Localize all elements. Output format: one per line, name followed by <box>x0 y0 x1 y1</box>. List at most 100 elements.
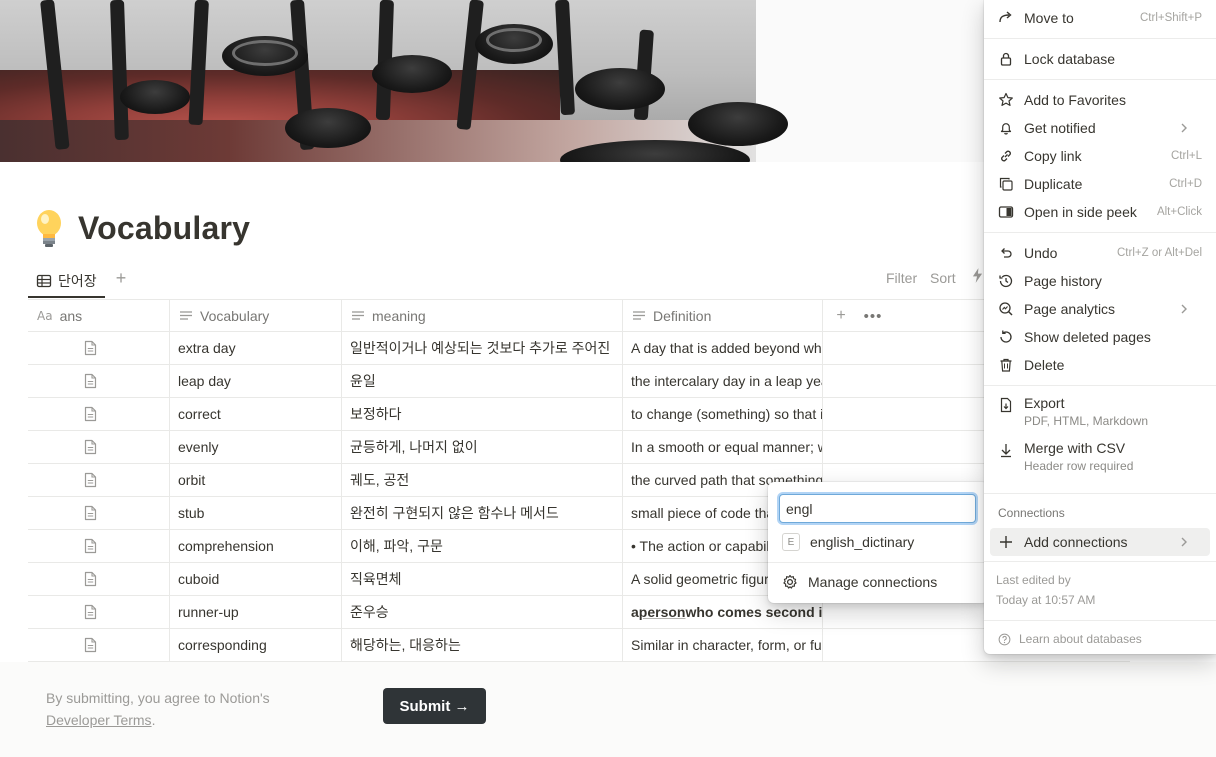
definition-link[interactable]: person <box>639 604 686 620</box>
cell-vocabulary[interactable]: corresponding <box>170 629 342 661</box>
last-edited-info: Last edited by Today at 10:57 AM <box>996 570 1095 610</box>
connections-search-input[interactable] <box>779 494 976 523</box>
column-header-definition[interactable]: Definition <box>623 300 823 332</box>
menu-item-duplicate[interactable]: Duplicate Ctrl+D <box>990 170 1210 198</box>
table-row[interactable]: corresponding 해당하는, 대응하는 Similar in charac… <box>28 629 1130 662</box>
shortcut-hint: Ctrl+Z or Alt+Del <box>1117 247 1202 259</box>
table-row[interactable]: correct 보정하다 to change (something) so that… <box>28 398 1130 431</box>
menu-item-page-analytics[interactable]: Page analytics <box>990 295 1210 323</box>
column-header-label: ans <box>59 308 83 324</box>
cell-definition[interactable]: A day that is added beyond what is usual <box>623 332 823 364</box>
cell-ans[interactable] <box>28 464 170 496</box>
learn-about-databases-link[interactable]: Learn about databases <box>998 632 1142 646</box>
menu-item-lock-database[interactable]: Lock database <box>990 45 1210 73</box>
cell-definition[interactable]: to change (something) so that it is righ… <box>623 398 823 430</box>
menu-item-get-notified[interactable]: Get notified <box>990 114 1210 142</box>
cell-vocabulary[interactable]: cuboid <box>170 563 342 595</box>
cell-meaning[interactable]: 완전히 구현되지 않은 함수나 메서드 <box>342 497 623 529</box>
cell-vocabulary[interactable]: comprehension <box>170 530 342 562</box>
cell-vocabulary[interactable]: stub <box>170 497 342 529</box>
more-options-ellipsis-icon[interactable]: ••• <box>862 300 884 332</box>
add-view-plus-icon[interactable]: + <box>111 268 131 288</box>
cell-vocabulary[interactable]: orbit <box>170 464 342 496</box>
cover-key <box>372 55 452 93</box>
vocabulary-text: leap day <box>178 373 231 389</box>
menu-item-copy-link[interactable]: Copy link Ctrl+L <box>990 142 1210 170</box>
menu-item-merge-with-csv[interactable]: Merge with CSV Header row required <box>990 437 1210 477</box>
column-header-meaning[interactable]: meaning <box>342 300 623 332</box>
terms-text: By submitting, you agree to Notion's <box>46 690 270 706</box>
filter-button[interactable]: Filter <box>886 270 917 286</box>
download-arrow-icon <box>1001 444 1011 458</box>
chevron-right-icon <box>1181 304 1187 314</box>
menu-item-export[interactable]: Export PDF, HTML, Markdown <box>990 392 1210 432</box>
lock-icon <box>1000 52 1012 66</box>
table-row[interactable]: leap day 윤일 the intercalary day in a leap … <box>28 365 1130 398</box>
cell-ans[interactable] <box>28 530 170 562</box>
submenu-divider <box>768 562 988 563</box>
side-peek-icon <box>998 206 1014 218</box>
cell-definition[interactable]: Similar in character, form, or function <box>623 629 823 661</box>
menu-item-add-to-favorites[interactable]: Add to Favorites <box>990 86 1210 114</box>
page-doc-icon <box>84 406 97 422</box>
cell-meaning[interactable]: 보정하다 <box>342 398 623 430</box>
cell-definition[interactable]: the intercalary day in a leap year <box>623 365 823 397</box>
cell-vocabulary[interactable]: extra day <box>170 332 342 364</box>
developer-terms-link[interactable]: Developer Terms <box>46 712 152 728</box>
lightbulb-icon[interactable] <box>30 208 68 248</box>
cover-key-rim <box>232 40 298 66</box>
shortcut-hint: Alt+Click <box>1156 206 1202 218</box>
cell-ans[interactable] <box>28 332 170 364</box>
sort-button[interactable]: Sort <box>930 270 956 286</box>
manage-connections-button[interactable]: Manage connections <box>774 568 982 596</box>
menu-item-add-connections[interactable]: Add connections <box>990 528 1210 556</box>
move-arrow-icon <box>999 11 1012 23</box>
automation-bolt-icon[interactable] <box>972 268 983 286</box>
cell-vocabulary[interactable]: correct <box>170 398 342 430</box>
meaning-text: 준우승 <box>350 604 389 620</box>
menu-item-show-deleted-pages[interactable]: Show deleted pages <box>990 323 1210 351</box>
page-title[interactable]: Vocabulary <box>78 210 250 247</box>
meaning-text: 해당하는, 대응하는 <box>350 637 461 653</box>
cell-ans[interactable] <box>28 398 170 430</box>
connection-item-english-dictinary[interactable]: E english_dictinary <box>774 528 982 556</box>
cell-ans[interactable] <box>28 365 170 397</box>
cell-meaning[interactable]: 윤일 <box>342 365 623 397</box>
cell-ans[interactable] <box>28 497 170 529</box>
submit-button[interactable]: Submit → <box>383 688 486 724</box>
connection-item-label: english_dictinary <box>810 534 915 550</box>
cell-ans[interactable] <box>28 563 170 595</box>
cell-meaning[interactable]: 균등하게, 나머지 없이 <box>342 431 623 463</box>
gear-icon <box>783 574 797 589</box>
column-header-vocabulary[interactable]: Vocabulary <box>170 300 342 332</box>
menu-divider <box>984 620 1216 621</box>
cell-vocabulary[interactable]: evenly <box>170 431 342 463</box>
menu-item-undo[interactable]: Undo Ctrl+Z or Alt+Del <box>990 239 1210 267</box>
cell-vocabulary[interactable]: runner-up <box>170 596 342 628</box>
cell-meaning[interactable]: 준우승 <box>342 596 623 628</box>
menu-item-delete[interactable]: Delete <box>990 351 1210 379</box>
chevron-right-icon <box>1181 537 1187 547</box>
cell-ans[interactable] <box>28 431 170 463</box>
menu-item-page-history[interactable]: Page history <box>990 267 1210 295</box>
text-lines-icon <box>633 311 645 320</box>
tab-table-view[interactable]: 단어장 <box>28 266 105 298</box>
column-header-label: Vocabulary <box>200 308 270 324</box>
table-row[interactable]: evenly 균등하게, 나머지 없이 In a smooth or equal m… <box>28 431 1130 464</box>
cell-vocabulary[interactable]: leap day <box>170 365 342 397</box>
cell-meaning[interactable]: 일반적이거나 예상되는 것보다 추가로 주어진 <box>342 332 623 364</box>
column-header-ans[interactable]: Aa ans <box>28 300 170 332</box>
menu-divider <box>984 38 1216 39</box>
cell-ans[interactable] <box>28 596 170 628</box>
menu-item-open-in-side-peek[interactable]: Open in side peek Alt+Click <box>990 198 1210 226</box>
cell-meaning[interactable]: 해당하는, 대응하는 <box>342 629 623 661</box>
cell-meaning[interactable]: 직육면체 <box>342 563 623 595</box>
cell-meaning[interactable]: 궤도, 공전 <box>342 464 623 496</box>
cell-meaning[interactable]: 이해, 파악, 구문 <box>342 530 623 562</box>
add-property-plus-icon[interactable]: + <box>830 300 852 332</box>
table-row[interactable]: extra day 일반적이거나 예상되는 것보다 추가로 주어진 A day th… <box>28 332 1130 365</box>
cell-ans[interactable] <box>28 629 170 661</box>
menu-item-move-to[interactable]: Move to Ctrl+Shift+P <box>990 4 1210 32</box>
menu-item-label: Show deleted pages <box>1024 329 1151 345</box>
cell-definition[interactable]: In a smooth or equal manner; without rem… <box>623 431 823 463</box>
